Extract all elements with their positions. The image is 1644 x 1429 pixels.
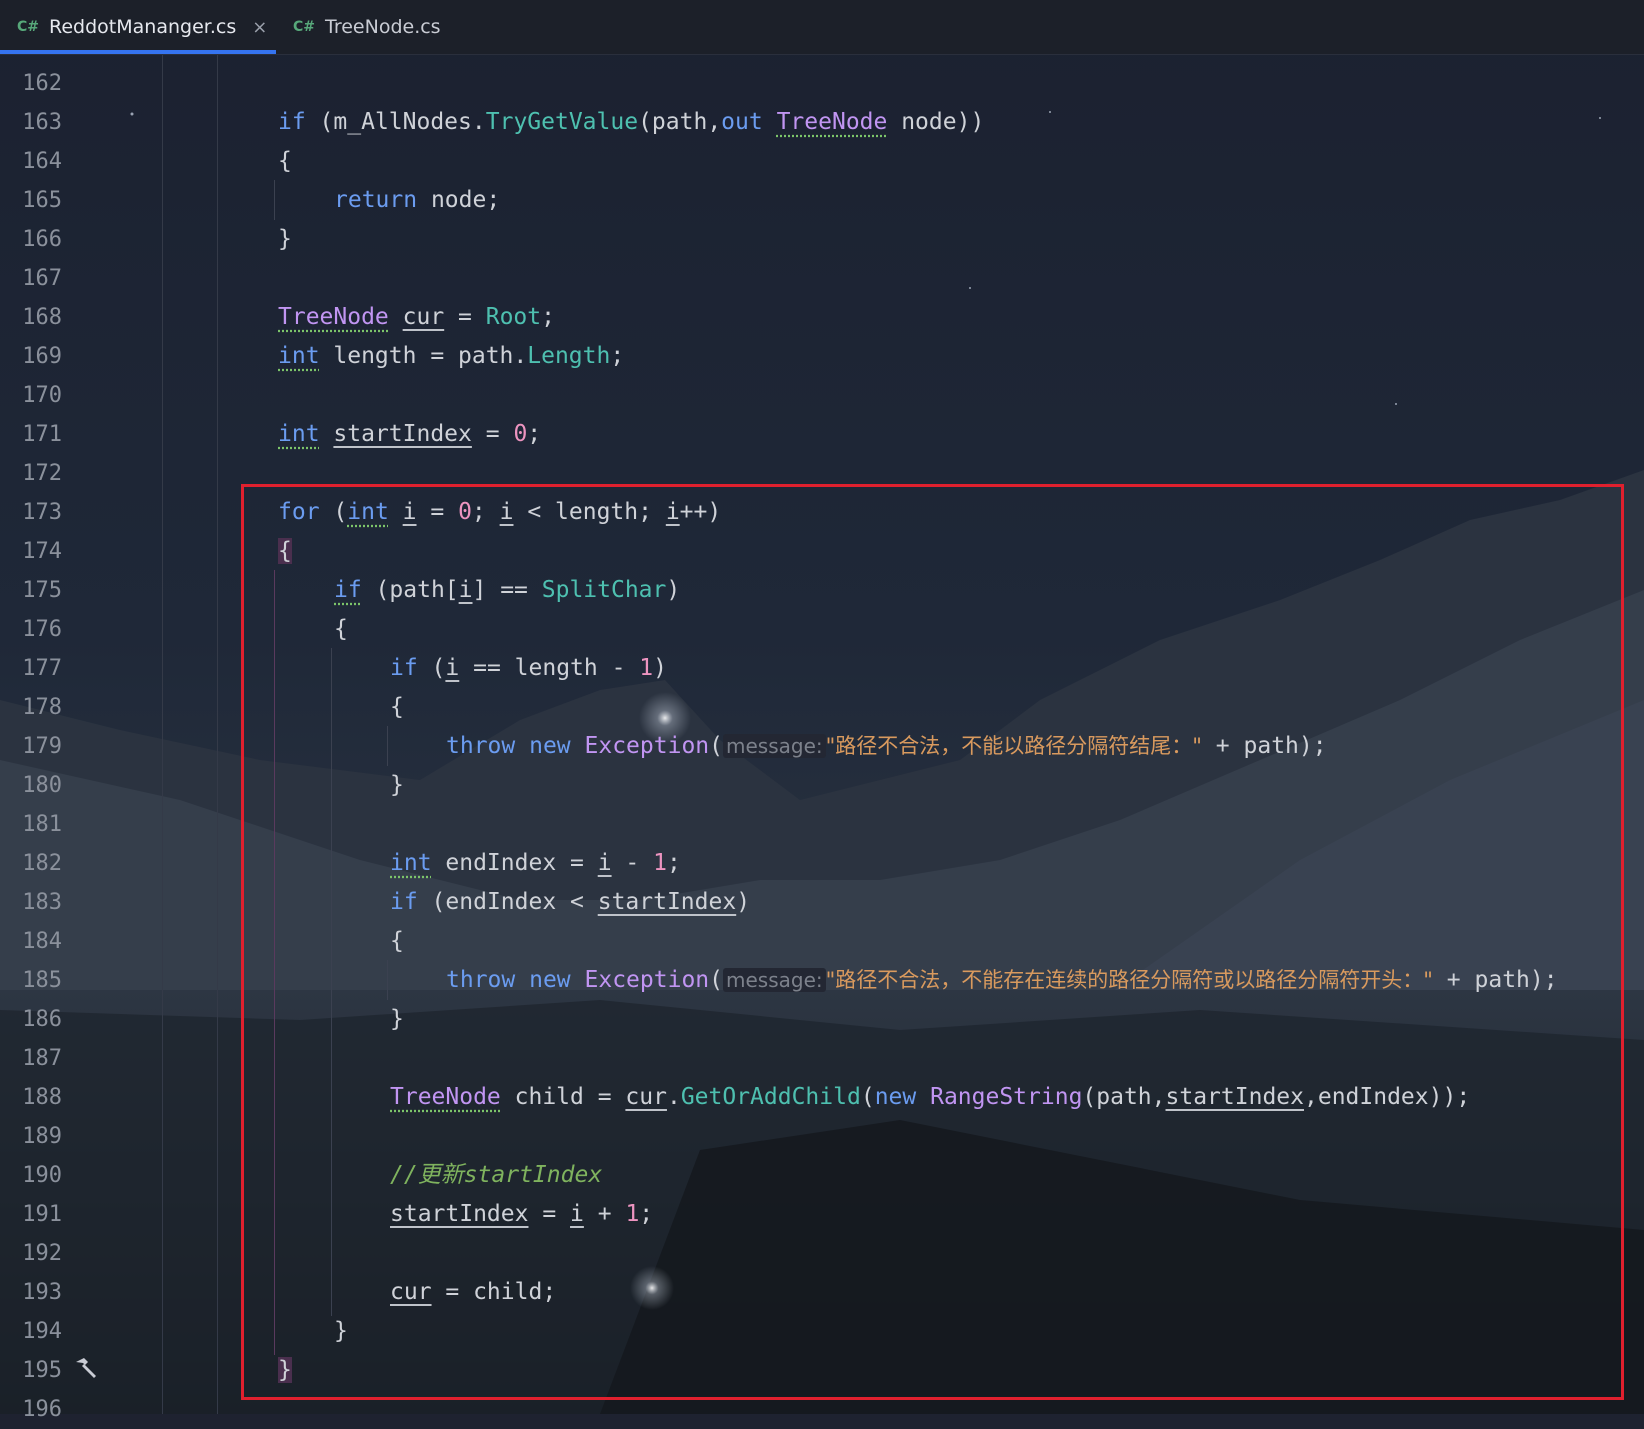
hammer-icon[interactable] bbox=[72, 1354, 100, 1382]
line-number[interactable]: 165 bbox=[0, 181, 62, 220]
line-number[interactable]: 183 bbox=[0, 883, 62, 922]
line-number[interactable]: 189 bbox=[0, 1117, 62, 1156]
code-line-163[interactable]: if (m_AllNodes.TryGetValue(path,out Tree… bbox=[278, 103, 984, 142]
line-number[interactable]: 171 bbox=[0, 415, 62, 454]
line-number[interactable]: 166 bbox=[0, 220, 62, 259]
line-number[interactable]: 186 bbox=[0, 1000, 62, 1039]
code-line-169[interactable]: int length = path.Length; bbox=[278, 337, 624, 376]
line-number[interactable]: 179 bbox=[0, 727, 62, 766]
line-number[interactable]: 174 bbox=[0, 532, 62, 571]
line-number[interactable]: 176 bbox=[0, 610, 62, 649]
code-line-168[interactable]: TreeNode cur = Root; bbox=[278, 298, 555, 337]
line-number[interactable]: 190 bbox=[0, 1156, 62, 1195]
line-number[interactable]: 177 bbox=[0, 649, 62, 688]
code-line-164[interactable]: { bbox=[278, 142, 292, 181]
line-number[interactable]: 180 bbox=[0, 766, 62, 805]
code-line-166[interactable]: } bbox=[278, 220, 292, 259]
line-number[interactable]: 192 bbox=[0, 1234, 62, 1273]
indent-guide bbox=[274, 180, 275, 220]
line-number[interactable]: 195 bbox=[0, 1351, 62, 1390]
code-line-171[interactable]: int startIndex = 0; bbox=[278, 415, 541, 454]
line-number[interactable]: 181 bbox=[0, 805, 62, 844]
line-number[interactable]: 162 bbox=[0, 64, 62, 103]
line-number[interactable]: 170 bbox=[0, 376, 62, 415]
tab-label: ReddotMananger.cs bbox=[49, 16, 237, 38]
csharp-file-icon: C# bbox=[293, 19, 316, 35]
csharp-file-icon: C# bbox=[17, 19, 40, 35]
tab-treenode[interactable]: C# TreeNode.cs bbox=[276, 0, 476, 54]
line-number[interactable]: 185 bbox=[0, 961, 62, 1000]
line-number[interactable]: 167 bbox=[0, 259, 62, 298]
line-number[interactable]: 187 bbox=[0, 1039, 62, 1078]
tab-reddotmananger[interactable]: C# ReddotMananger.cs × bbox=[0, 0, 276, 54]
line-number[interactable]: 173 bbox=[0, 493, 62, 532]
line-number[interactable]: 188 bbox=[0, 1078, 62, 1117]
line-number[interactable]: 196 bbox=[0, 1390, 62, 1429]
line-number[interactable]: 184 bbox=[0, 922, 62, 961]
line-number[interactable]: 172 bbox=[0, 454, 62, 493]
line-number[interactable]: 163 bbox=[0, 103, 62, 142]
line-number[interactable]: 169 bbox=[0, 337, 62, 376]
highlight-box bbox=[241, 484, 1624, 1400]
code-line-165[interactable]: return node; bbox=[334, 181, 500, 220]
gutter-separator bbox=[162, 54, 163, 1414]
close-icon[interactable]: × bbox=[252, 17, 267, 38]
line-number[interactable]: 164 bbox=[0, 142, 62, 181]
line-number[interactable]: 194 bbox=[0, 1312, 62, 1351]
editor-tab-bar: C# ReddotMananger.cs × C# TreeNode.cs bbox=[0, 0, 1644, 55]
tab-label: TreeNode.cs bbox=[325, 16, 441, 38]
line-number[interactable]: 193 bbox=[0, 1273, 62, 1312]
line-number[interactable]: 168 bbox=[0, 298, 62, 337]
line-number[interactable]: 182 bbox=[0, 844, 62, 883]
fold-separator bbox=[217, 54, 218, 1414]
line-number[interactable]: 191 bbox=[0, 1195, 62, 1234]
line-number[interactable]: 178 bbox=[0, 688, 62, 727]
active-tab-indicator bbox=[0, 50, 276, 54]
line-number[interactable]: 175 bbox=[0, 571, 62, 610]
